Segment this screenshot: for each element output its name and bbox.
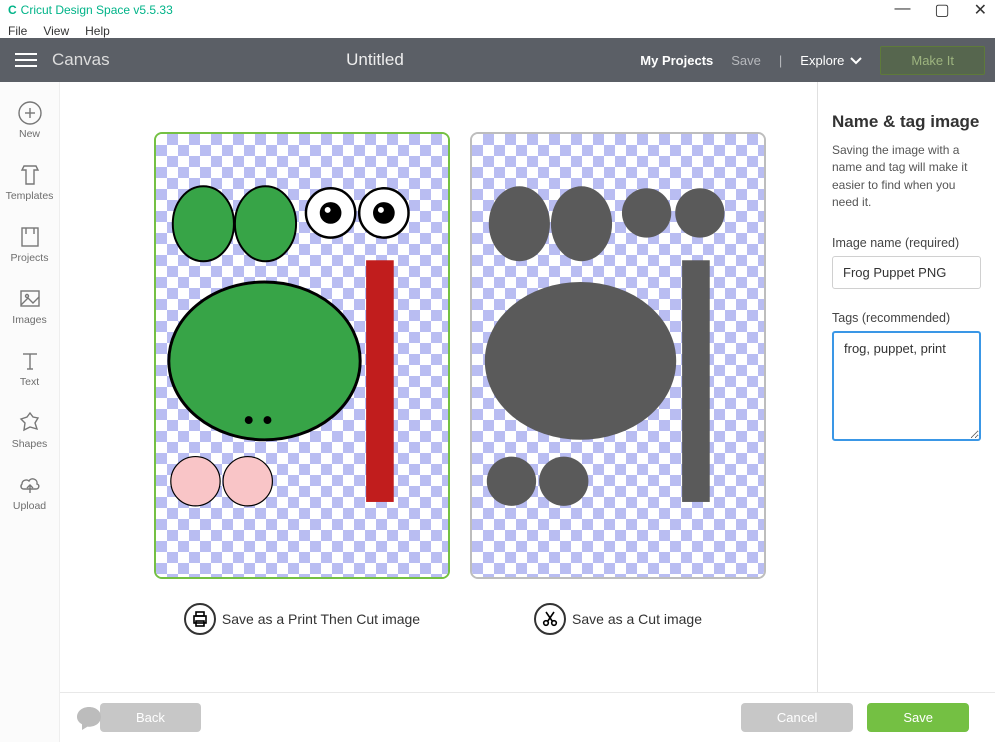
tags-input[interactable] [832, 331, 981, 441]
tool-shapes-label: Shapes [12, 438, 48, 450]
image-name-label: Image name (required) [832, 236, 981, 250]
workspace: New Templates Projects Images Text Shape… [0, 82, 995, 742]
panel-description: Saving the image with a name and tag wil… [832, 142, 981, 212]
tool-upload[interactable]: Upload [0, 468, 59, 516]
menu-help[interactable]: Help [85, 24, 110, 34]
menu-bar: File View Help [0, 20, 995, 38]
tool-shapes[interactable]: Shapes [0, 406, 59, 454]
tool-templates-label: Templates [6, 190, 54, 202]
printer-icon [184, 603, 216, 635]
tool-images[interactable]: Images [0, 282, 59, 330]
save-button[interactable]: Save [867, 703, 969, 732]
cut-panel[interactable]: Save as a Cut image [470, 132, 766, 635]
tool-images-label: Images [12, 314, 46, 326]
left-tool-rail: New Templates Projects Images Text Shape… [0, 82, 60, 742]
separator: | [779, 53, 782, 68]
frog-shapes-gray-icon [472, 134, 764, 575]
app-logo-icon: C [8, 3, 17, 17]
scissors-icon [534, 603, 566, 635]
minimize-icon[interactable]: — [894, 0, 910, 20]
tool-new[interactable]: New [0, 96, 59, 144]
explore-dropdown[interactable]: Explore [800, 53, 862, 68]
appbar-page-title: Canvas [52, 50, 110, 70]
tool-projects-label: Projects [11, 252, 49, 264]
document-title: Untitled [110, 50, 641, 70]
tool-upload-label: Upload [13, 500, 46, 512]
cut-option[interactable]: Save as a Cut image [534, 603, 702, 635]
appbar-save-link[interactable]: Save [731, 53, 761, 68]
close-icon[interactable]: ✕ [974, 0, 987, 20]
app-title: Cricut Design Space v5.5.33 [21, 3, 173, 17]
menu-file[interactable]: File [8, 24, 27, 34]
my-projects-link[interactable]: My Projects [640, 53, 713, 68]
tool-text[interactable]: Text [0, 344, 59, 392]
tool-new-label: New [19, 128, 40, 140]
back-button[interactable]: Back [100, 703, 201, 732]
tool-templates[interactable]: Templates [0, 158, 59, 206]
chat-bubble-icon[interactable] [74, 704, 104, 734]
app-bar: Canvas Untitled My Projects Save | Explo… [0, 38, 995, 82]
tags-label: Tags (recommended) [832, 311, 981, 325]
menu-view[interactable]: View [43, 24, 69, 34]
maximize-icon[interactable]: ▢ [934, 0, 949, 20]
tool-projects[interactable]: Projects [0, 220, 59, 268]
frog-shapes-color-icon [156, 134, 448, 575]
print-then-cut-panel[interactable]: Save as a Print Then Cut image [154, 132, 450, 635]
cancel-button[interactable]: Cancel [741, 703, 853, 732]
panel-heading: Name & tag image [832, 112, 981, 132]
chevron-down-icon [850, 53, 862, 68]
preview-panels: Save as a Print Then Cut image [60, 82, 817, 742]
bottom-action-bar: Back Cancel Save [60, 692, 995, 742]
print-then-cut-option[interactable]: Save as a Print Then Cut image [184, 603, 420, 635]
tool-text-label: Text [20, 376, 39, 388]
cut-label: Save as a Cut image [572, 611, 702, 627]
image-name-input[interactable] [832, 256, 981, 289]
explore-label: Explore [800, 53, 844, 68]
cut-card [470, 132, 766, 579]
make-it-button[interactable]: Make It [880, 46, 985, 75]
window-titlebar: C Cricut Design Space v5.5.33 — ▢ ✕ [0, 0, 995, 20]
hamburger-icon[interactable] [0, 52, 52, 68]
print-then-cut-card [154, 132, 450, 579]
name-tag-panel: Name & tag image Saving the image with a… [817, 82, 995, 742]
print-then-cut-label: Save as a Print Then Cut image [222, 611, 420, 627]
main-area: Save as a Print Then Cut image [60, 82, 817, 742]
